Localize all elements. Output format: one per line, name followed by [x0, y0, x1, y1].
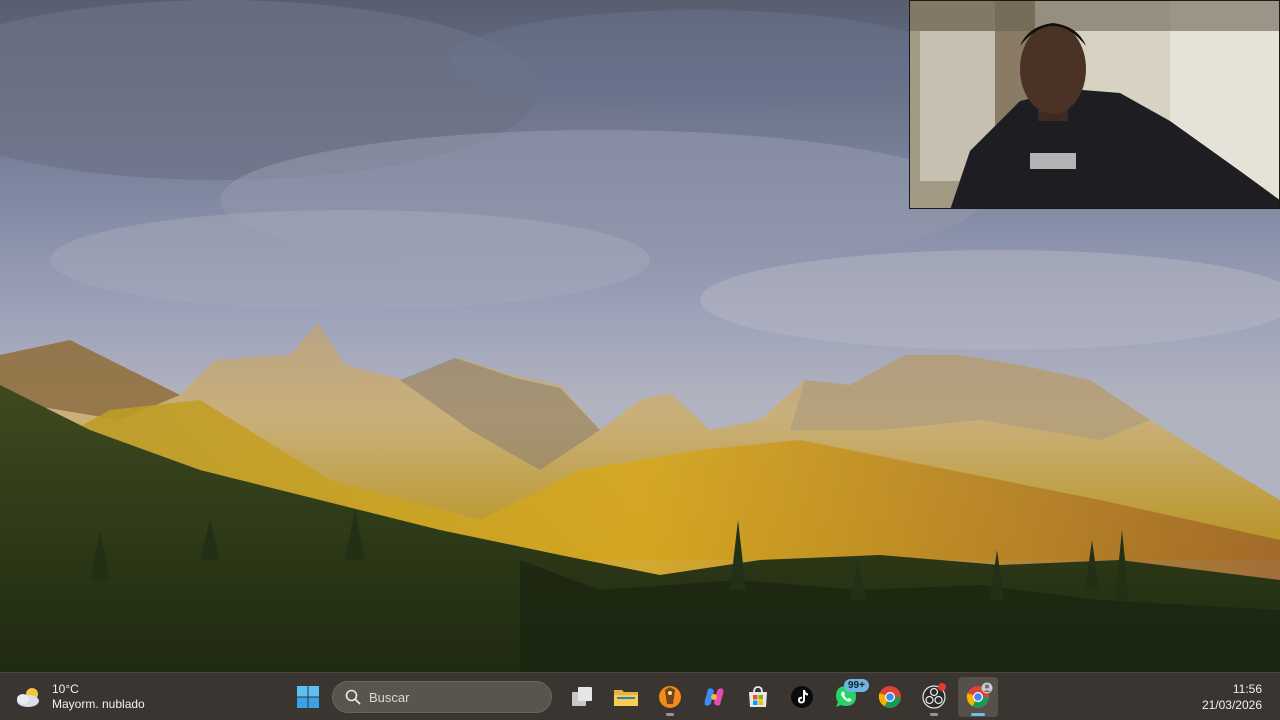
store-icon	[749, 686, 767, 707]
search-input[interactable]: Buscar	[332, 681, 552, 713]
partly-cloudy-icon	[14, 685, 44, 709]
start-button[interactable]	[290, 679, 326, 715]
taskbar-app-chrome[interactable]	[870, 677, 910, 717]
fl-studio-icon	[659, 686, 681, 708]
copilot-icon	[704, 688, 724, 706]
task-view-icon	[572, 687, 592, 706]
chrome-icon	[878, 686, 901, 708]
webcam-feed-image	[910, 1, 1279, 208]
taskbar-app-fl-studio[interactable]	[650, 677, 690, 717]
search-icon	[345, 689, 361, 705]
running-indicator	[930, 713, 938, 716]
system-clock[interactable]: 11:56 21/03/2026	[1202, 681, 1262, 713]
active-indicator	[971, 713, 985, 716]
folder-icon	[614, 690, 638, 706]
weather-temperature: 10°C	[52, 682, 79, 696]
taskbar-app-task-view[interactable]	[562, 677, 602, 717]
notification-badge: 99+	[844, 679, 869, 692]
taskbar-app-obs[interactable]	[914, 677, 954, 717]
profile-avatar-icon	[981, 682, 993, 694]
weather-text: 10°C Mayorm. nublado	[52, 682, 145, 712]
taskbar-center: Buscar 99+	[290, 673, 998, 720]
weather-condition: Mayorm. nublado	[52, 697, 145, 711]
tiktok-icon	[791, 686, 813, 708]
taskbar-app-copilot[interactable]	[694, 677, 734, 717]
taskbar-app-chrome-profile[interactable]	[958, 677, 998, 717]
clock-date: 21/03/2026	[1201, 698, 1262, 712]
running-indicator	[666, 713, 674, 716]
weather-widget[interactable]: 10°C Mayorm. nublado	[14, 679, 145, 715]
taskbar: 10°C Mayorm. nublado Buscar 99+ 11:56 21…	[0, 672, 1280, 720]
webcam-overlay	[909, 0, 1280, 209]
windows-logo-icon	[297, 686, 319, 708]
recording-dot-icon	[938, 683, 946, 691]
taskbar-app-whatsapp[interactable]: 99+	[826, 677, 869, 717]
taskbar-app-tiktok[interactable]	[782, 677, 822, 717]
search-placeholder: Buscar	[369, 689, 410, 705]
taskbar-app-microsoft-store[interactable]	[738, 677, 778, 717]
clock-time: 11:56	[1232, 682, 1262, 696]
taskbar-app-file-explorer[interactable]	[606, 677, 646, 717]
